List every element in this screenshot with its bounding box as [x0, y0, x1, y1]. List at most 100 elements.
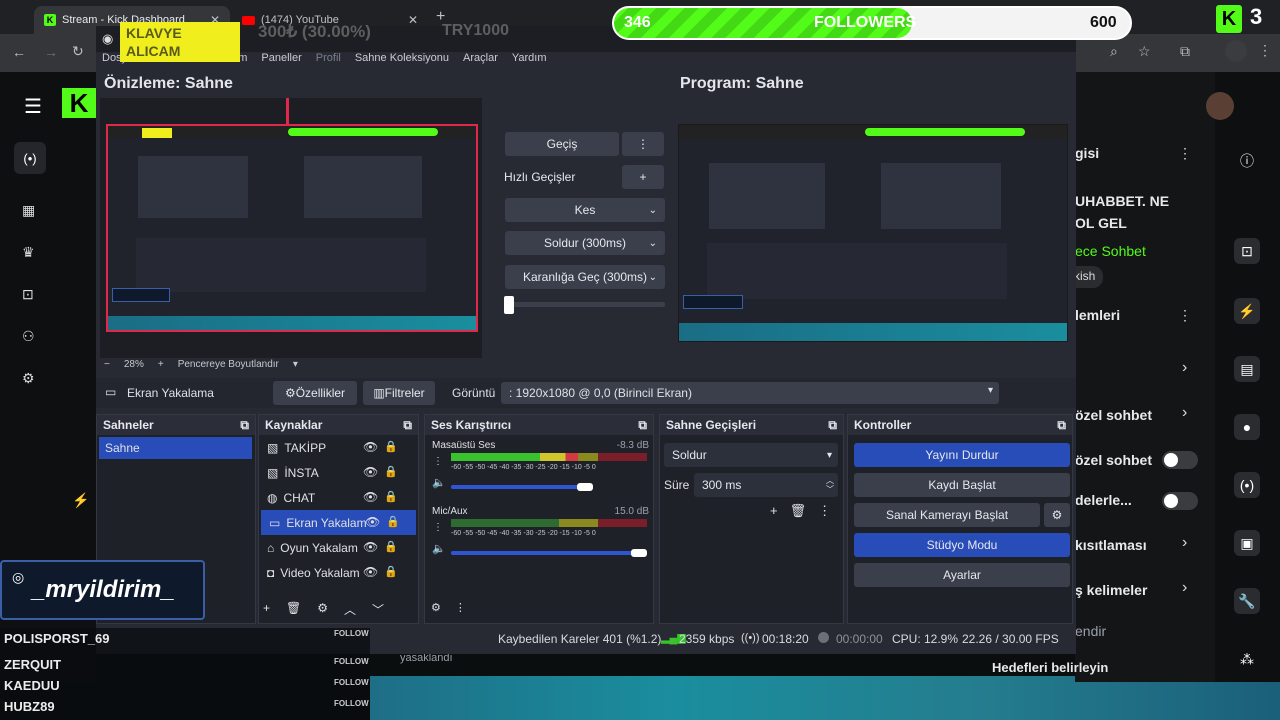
notes-icon[interactable]: ▤ [1234, 356, 1260, 382]
mixer-menu-icon[interactable]: ⋮ [455, 601, 466, 614]
source-item[interactable]: ◘ Video Yakalam 👁 🔒 [259, 560, 418, 585]
zoom-mode[interactable]: Pencereye Boyutlandır [178, 359, 279, 370]
settings-button[interactable]: Ayarlar [854, 563, 1070, 587]
more-options-icon[interactable]: ⋮ [1178, 307, 1192, 324]
undock-icon[interactable]: ⧉ [1057, 418, 1066, 432]
virtual-camera-settings-icon[interactable]: ⚙ [1044, 503, 1070, 527]
chevron-right-icon[interactable]: › [1182, 404, 1187, 422]
preview-area[interactable] [100, 98, 482, 358]
toggle-switch[interactable] [1162, 492, 1198, 510]
live-broadcast-icon[interactable]: (•) [14, 142, 46, 174]
menu-docks[interactable]: Paneller [261, 52, 301, 70]
duration-spinbox[interactable]: 300 ms ︿ ﹀ [694, 473, 838, 497]
volume-slider[interactable] [451, 485, 586, 489]
menu-profile[interactable]: Profil [316, 52, 341, 70]
volume-handle[interactable] [631, 549, 647, 557]
media-icon[interactable]: ▣ [1234, 530, 1260, 556]
trophy-icon[interactable]: ♛ [22, 244, 35, 261]
transition-menu-icon[interactable]: ⋮ [818, 503, 831, 519]
hamburger-menu-icon[interactable]: ☰ [24, 94, 42, 119]
tbar-slider[interactable] [505, 302, 665, 307]
source-item[interactable]: ⌂ Oyun Yakalam 👁 🔒 [259, 535, 418, 560]
wrench-icon[interactable]: 🔧 [1234, 588, 1260, 614]
quick-transition-fade[interactable]: Soldur (300ms) ⌄ [505, 231, 665, 255]
browser-menu-icon[interactable]: ⋮ [1258, 42, 1272, 59]
mixer-settings-icon[interactable]: ⚙ [431, 601, 441, 614]
quick-transition-fade-black[interactable]: Karanlığa Geç (300ms) ⌄ [505, 265, 665, 289]
zoom-icon[interactable]: ⌕ [1110, 43, 1118, 60]
category-link[interactable]: ece Sohbet [1075, 243, 1146, 259]
close-tab-icon[interactable]: ✕ [408, 13, 418, 27]
bookmark-star-icon[interactable]: ☆ [1138, 43, 1151, 60]
zoom-out-icon[interactable]: − [104, 359, 110, 370]
users-icon[interactable]: ⚇ [22, 328, 35, 345]
visibility-eye-icon[interactable]: 👁 [363, 490, 378, 504]
visibility-eye-icon[interactable]: 👁 [363, 465, 378, 479]
visibility-eye-icon[interactable]: 👁 [363, 565, 378, 579]
extensions-icon[interactable]: ⧉ [1180, 43, 1190, 60]
forward-icon[interactable]: → [44, 44, 58, 60]
lightning-icon[interactable]: ⚡ [1234, 298, 1260, 324]
volume-slider[interactable] [451, 551, 641, 555]
speaker-icon[interactable]: 🔈 [432, 476, 446, 489]
scene-item[interactable]: Sahne [99, 437, 252, 459]
toggle-switch[interactable] [1162, 451, 1198, 469]
stop-streaming-button[interactable]: Yayını Durdur [854, 443, 1070, 467]
move-down-icon[interactable]: ﹀ [372, 601, 384, 618]
channel-menu-icon[interactable]: ⋮ [433, 522, 443, 533]
menu-scene-collection[interactable]: Sahne Koleksiyonu [355, 52, 449, 70]
gear-icon[interactable]: ⚙ [317, 601, 328, 618]
studio-mode-button[interactable]: Stüdyo Modu [854, 533, 1070, 557]
quick-transition-cut[interactable]: Kes ⌄ [505, 198, 665, 222]
chevron-down-icon[interactable]: ▾ [293, 359, 298, 370]
reload-icon[interactable]: ↻ [72, 43, 84, 60]
transform-handle[interactable] [286, 98, 289, 124]
preview-canvas[interactable] [106, 124, 478, 332]
filters-button[interactable]: ▥ Filtreler [363, 381, 435, 405]
analytics-icon[interactable]: ▦ [22, 202, 35, 219]
profile-avatar[interactable] [1225, 40, 1247, 62]
source-item-selected[interactable]: ▭ Ekran Yakalam 👁 🔒 [261, 510, 416, 535]
properties-button[interactable]: ⚙ Özellikler [273, 381, 357, 405]
transition-menu-icon[interactable]: ⋮ [622, 132, 664, 156]
capture-icon[interactable]: ⊡ [22, 286, 34, 303]
transition-select[interactable]: Soldur ▾ [664, 443, 838, 467]
chevron-right-icon[interactable]: › [1182, 579, 1187, 597]
visibility-eye-icon[interactable]: 👁 [363, 540, 378, 554]
lock-icon[interactable]: 🔒 [384, 440, 398, 453]
info-icon[interactable]: ⓘ [1234, 148, 1260, 174]
speaker-icon[interactable]: 🔈 [432, 542, 446, 555]
menu-help[interactable]: Yardım [512, 52, 547, 70]
lock-icon[interactable]: 🔒 [384, 465, 398, 478]
capture-icon[interactable]: ⊡ [1234, 238, 1260, 264]
add-transition-icon[interactable]: + [770, 503, 778, 519]
add-source-icon[interactable]: + [263, 601, 270, 618]
chat-icon[interactable]: ● [1234, 414, 1260, 440]
tbar-handle[interactable] [504, 296, 514, 314]
source-item[interactable]: ▧ İNSTA 👁 🔒 [259, 460, 418, 485]
trash-icon[interactable]: 🗑 [790, 503, 807, 519]
visibility-eye-icon[interactable]: 👁 [363, 440, 378, 454]
lock-icon[interactable]: 🔒 [384, 565, 398, 578]
live-broadcast-icon[interactable]: (•) [1234, 472, 1260, 498]
lock-icon[interactable]: 🔒 [386, 515, 400, 528]
more-options-icon[interactable]: ⋮ [1178, 145, 1192, 162]
lock-icon[interactable]: 🔒 [384, 490, 398, 503]
undock-icon[interactable]: ⧉ [828, 418, 837, 432]
start-recording-button[interactable]: Kaydı Başlat [854, 473, 1070, 497]
undock-icon[interactable]: ⧉ [638, 418, 647, 432]
transition-button[interactable]: Geçiş [505, 132, 619, 156]
volume-handle[interactable] [577, 483, 593, 491]
undock-icon[interactable]: ⧉ [403, 418, 412, 432]
nodes-icon[interactable]: ⁂ [1234, 646, 1260, 672]
undock-icon[interactable]: ⧉ [240, 418, 249, 432]
add-quick-transition-button[interactable]: + [622, 165, 664, 189]
channel-menu-icon[interactable]: ⋮ [433, 456, 443, 467]
lightning-icon[interactable]: ⚡ [72, 492, 89, 509]
chevron-right-icon[interactable]: › [1182, 359, 1187, 377]
menu-tools[interactable]: Araçlar [463, 52, 498, 70]
lock-icon[interactable]: 🔒 [384, 540, 398, 553]
visibility-eye-icon[interactable]: 👁 [365, 515, 380, 529]
zoom-in-icon[interactable]: + [158, 359, 164, 370]
settings-gear-icon[interactable]: ⚙ [22, 370, 35, 387]
